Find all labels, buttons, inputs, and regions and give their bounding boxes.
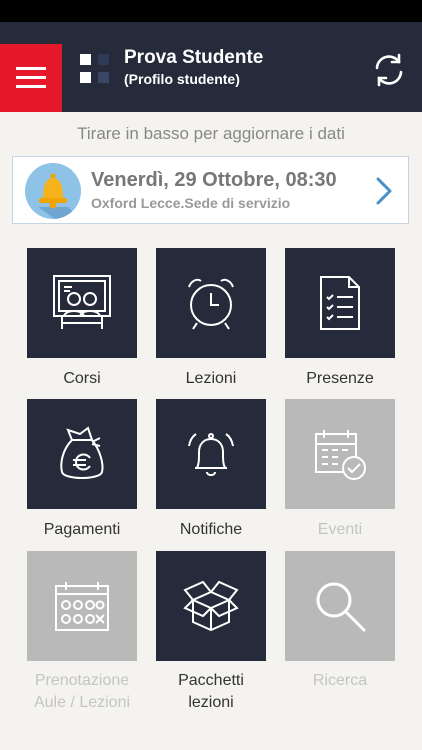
hamburger-menu-icon xyxy=(16,67,46,88)
money-bag-icon xyxy=(60,426,104,479)
tile-corsi[interactable] xyxy=(27,248,137,358)
tile-eventi[interactable] xyxy=(285,399,395,509)
booking-calendar-icon xyxy=(55,582,109,631)
event-datetime: Venerdì, 29 Ottobre, 08:30 xyxy=(91,169,337,191)
tile-label-prenotazione-aule: Prenotazione Aule / Lezioni xyxy=(12,670,152,714)
tile-pagamenti[interactable] xyxy=(27,399,137,509)
tile-label-line: Pacchetti xyxy=(178,672,244,689)
tile-label-line: Aule / Lezioni xyxy=(33,694,131,711)
tile-ricerca[interactable] xyxy=(285,551,395,661)
tile-label-eventi: Eventi xyxy=(317,521,363,538)
tile-label-lezioni: Lezioni xyxy=(185,370,237,387)
tile-label-ricerca: Ricerca xyxy=(312,672,368,689)
classroom-icon xyxy=(53,275,111,329)
tile-label-notifiche: Notifiche xyxy=(179,521,243,538)
tile-label-pacchetti-lezioni: Pacchetti lezioni xyxy=(141,670,281,714)
profile-name: Prova Studente xyxy=(124,47,264,68)
package-icon xyxy=(183,580,239,632)
tile-label-corsi: Corsi xyxy=(63,370,101,387)
refresh-icon xyxy=(375,53,403,87)
tile-label-line: Prenotazione xyxy=(34,672,130,689)
search-icon xyxy=(316,582,366,632)
tile-prenotazione-aule[interactable] xyxy=(27,551,137,661)
calendar-check-icon xyxy=(315,430,366,480)
next-event-card[interactable]: Venerdì, 29 Ottobre, 08:30 Oxford Lecce.… xyxy=(12,156,409,224)
tile-label-line: lezioni xyxy=(188,694,234,711)
pull-to-refresh-hint: Tirare in basso per aggiornare i dati xyxy=(77,124,345,143)
profile-role: (Profilo studente) xyxy=(124,71,240,87)
event-location: Oxford Lecce.Sede di servizio xyxy=(91,195,291,211)
tile-lezioni[interactable] xyxy=(156,248,266,358)
tile-notifiche[interactable] xyxy=(156,399,266,509)
checklist-icon xyxy=(320,276,360,330)
chevron-right-icon xyxy=(376,177,392,205)
event-bell-icon xyxy=(25,163,81,219)
tile-label-presenze: Presenze xyxy=(306,370,374,387)
status-bar-background xyxy=(0,22,422,44)
tile-presenze[interactable] xyxy=(285,248,395,358)
tile-label-pagamenti: Pagamenti xyxy=(43,521,121,538)
bell-icon xyxy=(188,433,234,476)
tile-pacchetti-lezioni[interactable] xyxy=(156,551,266,661)
refresh-button[interactable] xyxy=(366,50,412,90)
hamburger-menu-button[interactable] xyxy=(0,44,62,112)
app-logo-icon xyxy=(80,54,109,83)
alarm-clock-icon xyxy=(188,278,234,330)
status-bar xyxy=(0,0,422,22)
